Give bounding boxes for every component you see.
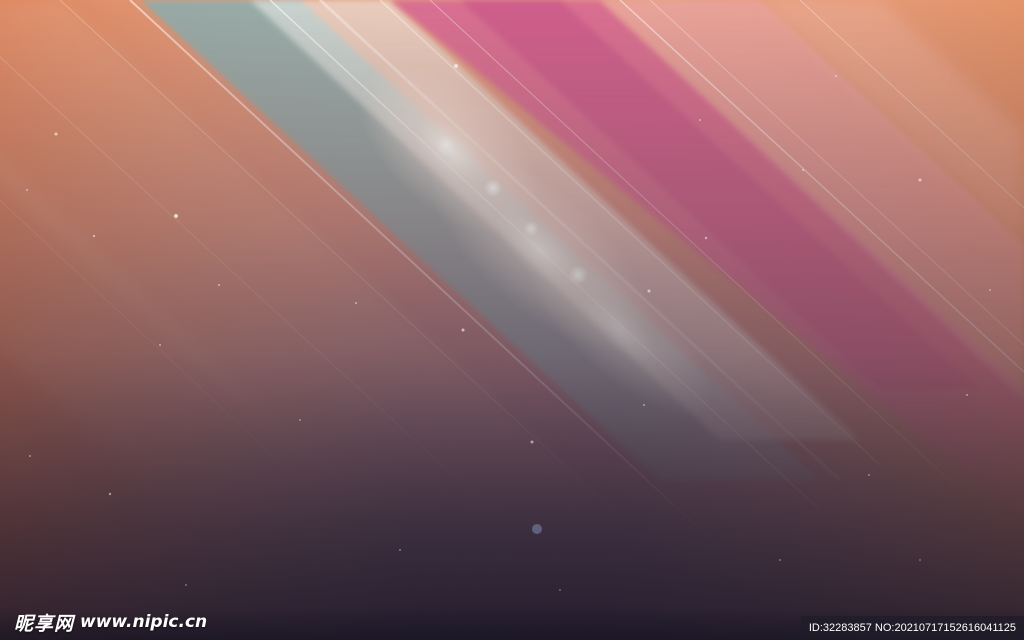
watermark-url: www.nipic.cn [80, 612, 208, 632]
abstract-light-streaks-image [0, 0, 1024, 640]
watermark-brand: 昵享网 [14, 612, 75, 635]
watermark-id: ID:32283857 NO:20210717152616041125 [800, 616, 1024, 640]
background-canvas: 昵享网 www.nipic.cn ID:32283857 NO:20210717… [0, 0, 1024, 640]
watermark-logo: 昵享网 www.nipic.cn [14, 610, 208, 635]
